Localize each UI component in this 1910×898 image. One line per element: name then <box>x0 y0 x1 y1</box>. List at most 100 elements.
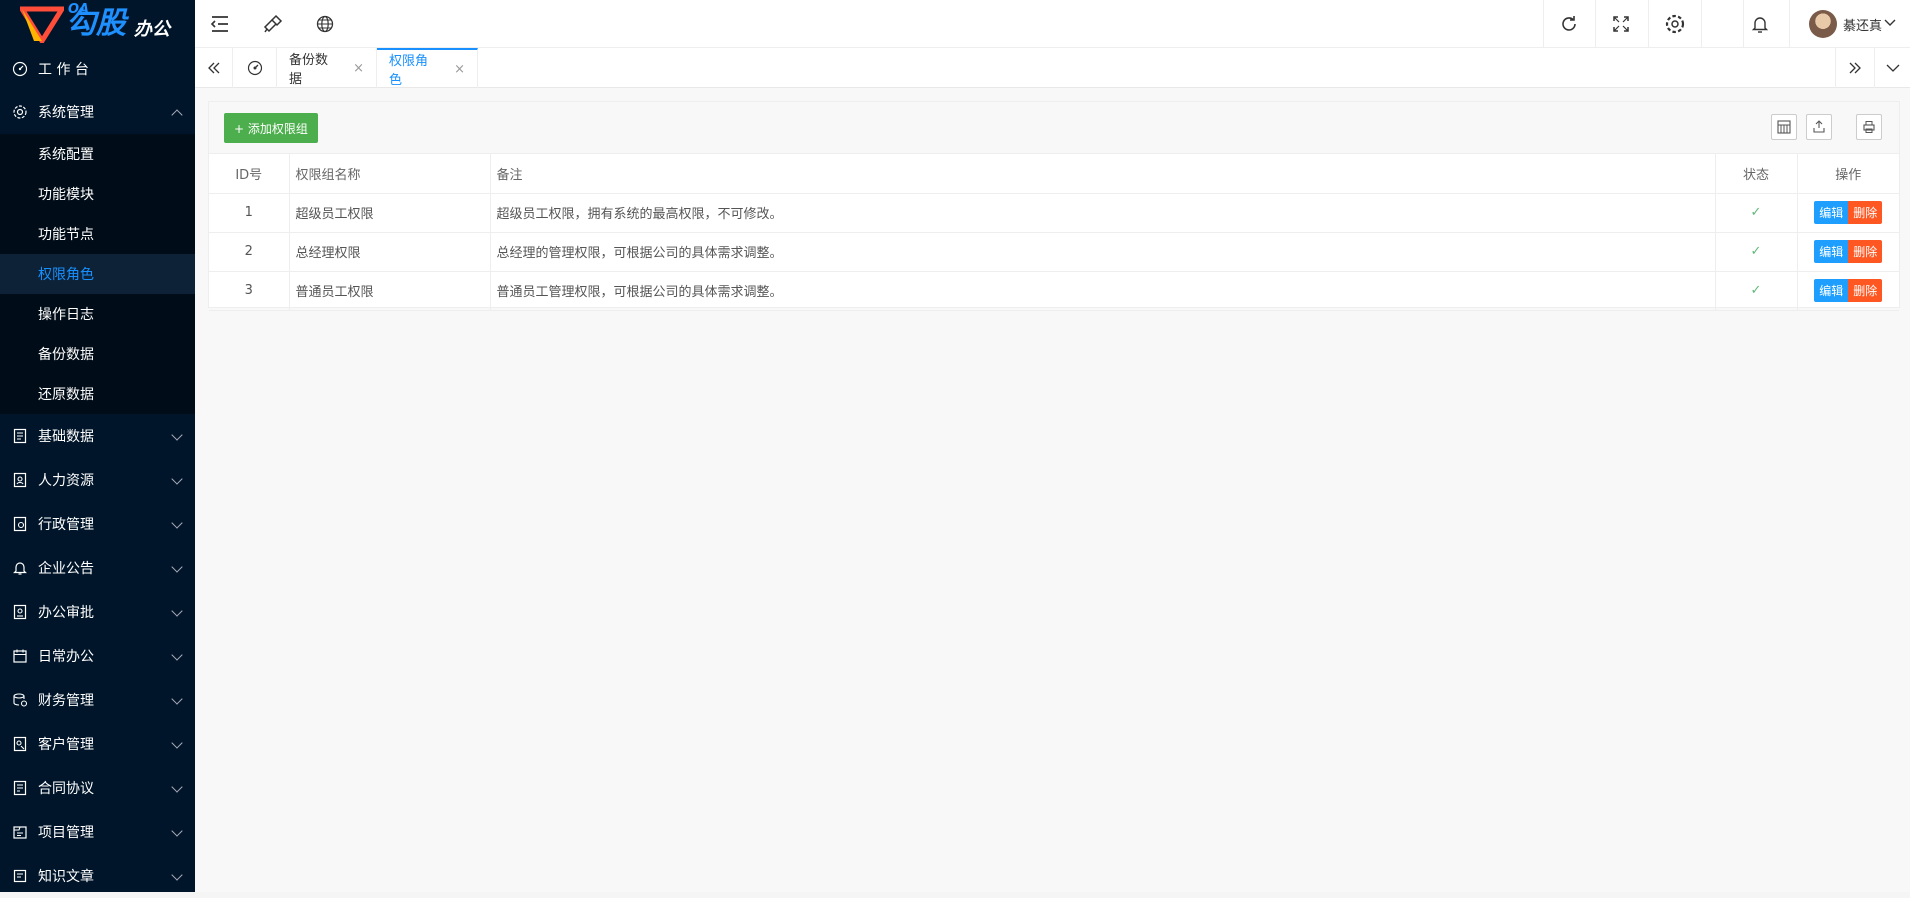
user-menu[interactable]: 綦还真 <box>1799 0 1910 48</box>
sidebar-item-customer[interactable]: 客户管理 <box>0 722 195 766</box>
tab-scroll-right-button[interactable] <box>1835 48 1875 88</box>
logo[interactable]: OA 勾股 办公 <box>0 0 195 48</box>
col-header-name[interactable]: 权限组名称 <box>289 154 491 194</box>
sidebar-subitem-backup[interactable]: 备份数据 <box>0 334 195 374</box>
article-icon <box>12 868 28 884</box>
chevron-down-icon <box>171 429 183 441</box>
sidebar-subitem-restore[interactable]: 还原数据 <box>0 374 195 414</box>
sidebar: OA 勾股 办公 工 作 台 系统管理 系统配置 功能模块 功能节点 权限角色 … <box>0 0 195 892</box>
close-icon[interactable]: × <box>353 61 364 76</box>
submenu-system: 系统配置 功能模块 功能节点 权限角色 操作日志 备份数据 还原数据 <box>0 134 195 414</box>
sidebar-item-label: 知识文章 <box>38 869 94 885</box>
status-check-icon: ✓ <box>1715 232 1798 272</box>
table-row[interactable]: 3 普通员工权限 普通员工管理权限，可根据公司的具体需求调整。 ✓ 编辑 删除 <box>209 271 1899 311</box>
chevron-down-icon <box>171 693 183 705</box>
approval-icon <box>12 604 28 620</box>
main-content: + 添加权限组 ID号 权限组名称 备注 状态 操作 1 超级员工权限 超级员工… <box>195 88 1910 892</box>
sidebar-item-basic-data[interactable]: 基础数据 <box>0 414 195 458</box>
delete-button[interactable]: 删除 <box>1848 240 1883 263</box>
logo-oa: OA <box>68 2 90 17</box>
sidebar-item-project[interactable]: 项目管理 <box>0 810 195 854</box>
topbar: 綦还真 <box>195 0 1910 48</box>
sidebar-subitem-logs[interactable]: 操作日志 <box>0 294 195 334</box>
roles-table: ID号 权限组名称 备注 状态 操作 1 超级员工权限 超级员工权限，拥有系统的… <box>209 154 1899 311</box>
sidebar-subitem-config[interactable]: 系统配置 <box>0 134 195 174</box>
print-icon[interactable] <box>1856 114 1882 140</box>
col-header-status[interactable]: 状态 <box>1715 154 1798 194</box>
sidebar-item-system[interactable]: 系统管理 <box>0 90 195 134</box>
sidebar-item-notice[interactable]: 企业公告 <box>0 546 195 590</box>
sidebar-item-dashboard[interactable]: 工 作 台 <box>0 48 195 90</box>
edit-button[interactable]: 编辑 <box>1814 201 1849 224</box>
tab-menu-button[interactable] <box>1875 48 1910 88</box>
refresh-icon[interactable] <box>1557 12 1581 36</box>
menu-collapse-icon[interactable] <box>208 12 232 36</box>
col-header-remark[interactable]: 备注 <box>490 154 1716 194</box>
cell-actions: 编辑 删除 <box>1797 271 1899 311</box>
gear-icon <box>12 104 28 120</box>
col-header-actions: 操作 <box>1797 154 1899 194</box>
cell-name: 总经理权限 <box>289 232 491 272</box>
col-header-id[interactable]: ID号 <box>209 154 290 194</box>
chevron-down-icon <box>171 605 183 617</box>
chevron-down-icon <box>1884 16 1896 32</box>
dashboard-icon <box>12 61 28 77</box>
avatar <box>1808 10 1837 38</box>
tab-roles[interactable]: 权限角色 × <box>377 48 478 88</box>
export-icon[interactable] <box>1806 114 1832 140</box>
sidebar-subitem-modules[interactable]: 功能模块 <box>0 174 195 214</box>
cell-id: 1 <box>209 193 290 233</box>
sidebar-item-label: 日常办公 <box>38 649 94 665</box>
add-role-group-button[interactable]: + 添加权限组 <box>224 113 318 143</box>
database-icon <box>12 428 28 444</box>
tab-backup[interactable]: 备份数据 × <box>277 48 377 88</box>
sidebar-item-daily[interactable]: 日常办公 <box>0 634 195 678</box>
fullscreen-icon[interactable] <box>1609 12 1633 36</box>
sidebar-item-hr[interactable]: 人力资源 <box>0 458 195 502</box>
tabbar: 备份数据 × 权限角色 × <box>195 48 1910 88</box>
tab-label: 权限角色 <box>389 54 429 88</box>
sidebar-item-label: 办公审批 <box>38 605 94 621</box>
sidebar-item-label: 系统管理 <box>38 105 94 121</box>
table-row[interactable]: 1 超级员工权限 超级员工权限，拥有系统的最高权限，不可修改。 ✓ 编辑 删除 <box>209 193 1899 233</box>
cell-remark: 总经理的管理权限，可根据公司的具体需求调整。 <box>490 232 1716 272</box>
edit-button[interactable]: 编辑 <box>1814 279 1849 302</box>
clear-cache-icon[interactable] <box>261 12 285 36</box>
sidebar-item-admin[interactable]: 行政管理 <box>0 502 195 546</box>
sidebar-item-label: 客户管理 <box>38 737 94 753</box>
logo-sub: 办公 <box>134 19 170 40</box>
topbar-separator <box>1701 0 1702 48</box>
sidebar-subitem-nodes[interactable]: 功能节点 <box>0 214 195 254</box>
sidebar-item-contract[interactable]: 合同协议 <box>0 766 195 810</box>
close-icon[interactable]: × <box>454 62 465 77</box>
sidebar-subitem-roles[interactable]: 权限角色 <box>0 254 195 294</box>
tab-label: 备份数据 <box>289 53 329 87</box>
admin-icon <box>12 516 28 532</box>
chevron-down-icon <box>171 561 183 573</box>
tab-scroll-left-button[interactable] <box>195 48 233 88</box>
logo-mark-icon <box>17 5 67 46</box>
delete-button[interactable]: 删除 <box>1848 201 1883 224</box>
globe-icon[interactable] <box>313 12 337 36</box>
sidebar-item-article[interactable]: 知识文章 <box>0 854 195 898</box>
chevron-down-icon <box>171 473 183 485</box>
cell-id: 3 <box>209 271 290 311</box>
status-check-icon: ✓ <box>1715 271 1798 311</box>
sidebar-item-approval[interactable]: 办公审批 <box>0 590 195 634</box>
edit-button[interactable]: 编辑 <box>1814 240 1849 263</box>
sidebar-item-label: 合同协议 <box>38 781 94 797</box>
bell-icon[interactable] <box>1748 12 1772 36</box>
topbar-separator <box>1595 0 1596 48</box>
sidebar-item-finance[interactable]: 财务管理 <box>0 678 195 722</box>
chevron-down-icon <box>171 517 183 529</box>
table-row[interactable]: 2 总经理权限 总经理的管理权限，可根据公司的具体需求调整。 ✓ 编辑 删除 <box>209 232 1899 272</box>
customer-icon <box>12 736 28 752</box>
sidebar-item-label: 企业公告 <box>38 561 94 577</box>
delete-button[interactable]: 删除 <box>1848 279 1883 302</box>
project-icon <box>12 824 28 840</box>
cell-name: 普通员工权限 <box>289 271 491 311</box>
sidebar-item-label: 基础数据 <box>38 429 94 445</box>
settings-icon[interactable] <box>1663 12 1687 36</box>
columns-icon[interactable] <box>1771 114 1797 140</box>
tab-home-button[interactable] <box>233 48 277 88</box>
